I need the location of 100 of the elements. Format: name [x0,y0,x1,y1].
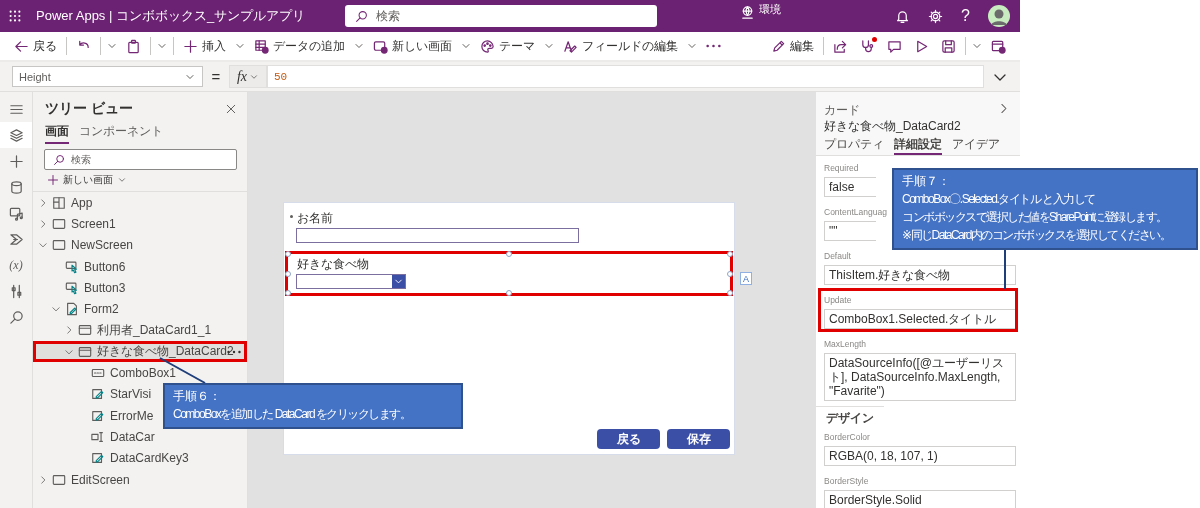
property-label: BorderColor [824,432,870,442]
settings-icon[interactable] [928,8,944,24]
tree-item[interactable]: 好きな食べ物_DataCard2 [33,341,247,363]
avatar[interactable] [988,5,1010,27]
tab[interactable]: プロパティ [824,137,884,155]
share-icon [833,38,848,54]
form-icon [65,302,79,317]
database-icon[interactable] [8,179,24,195]
tree-item[interactable]: Button6 [33,255,130,278]
property-label: ContentLanguag [824,207,887,217]
property-field[interactable]: false [824,177,876,197]
close-icon[interactable] [225,103,237,115]
screen-icon [52,238,66,253]
tree-item[interactable]: NewScreen [33,234,138,256]
toolbar-button[interactable]: テーマ [474,34,541,58]
panel-title: 好きな食べ物_DataCard2 [824,119,962,134]
comment-icon [887,38,902,54]
label-badge[interactable]: A [740,272,752,285]
data-card[interactable]: 好きな食べ物 [285,251,733,296]
combobox-icon [91,366,105,380]
plus-icon [47,174,59,186]
field-label: 好きな食べ物 [297,256,369,273]
back-arrow-icon [14,38,29,54]
tab[interactable]: コンポーネント [79,123,163,144]
app-button[interactable]: 保存 [667,429,730,449]
toolbar-button[interactable]: 挿入 [177,34,232,58]
toolbar-button[interactable]: データの追加 [248,34,351,58]
tree-item[interactable]: Button3 [33,277,130,299]
app-icon [52,195,66,210]
property-field[interactable]: BorderStyle.Solid [824,490,1016,508]
card-icon [78,344,92,359]
property-field[interactable]: ComboBox1.Selected.タイトル [824,309,1016,329]
bell-icon[interactable] [895,8,911,24]
save-icon [941,38,956,54]
panel-title: ツリー ビュー [45,100,133,118]
edit-icon [91,387,105,402]
waffle-icon[interactable] [8,9,22,23]
button-icon [65,259,79,274]
pencil-icon [771,38,786,54]
tree-item[interactable]: 利用者_DataCard1_1 [33,319,216,342]
media-icon[interactable] [8,205,24,221]
search-icon [355,9,368,23]
tree-item[interactable]: ComboBox1 [33,362,181,384]
button-icon [65,280,79,295]
search-icon[interactable] [8,309,24,325]
screen-icon [52,216,66,231]
tree-item[interactable]: App [33,192,97,214]
property-label: MaxLength [824,339,867,349]
property-label: BorderStyle [824,476,869,486]
callout-title: 手順７： [902,174,950,189]
help-button[interactable]: ? [961,7,970,25]
edit-icon [91,408,105,423]
toolbar-button[interactable]: 編集 [765,34,820,58]
tree-item[interactable]: StarVisi [33,383,156,405]
text-input[interactable] [296,228,579,243]
search-field[interactable]: 検索 [44,149,237,170]
search-field[interactable]: 検索 [345,5,657,27]
edit-icon [91,451,105,466]
combo-box[interactable] [296,274,406,289]
tree-item[interactable]: Screen1 [33,213,120,235]
search-icon [53,153,65,166]
play-icon [914,38,929,54]
new-screen-button[interactable]: 新しい画面 [47,172,127,188]
publish-icon [991,38,1006,54]
tab[interactable]: 詳細設定 [894,137,942,155]
flow-icon[interactable] [8,231,24,247]
tree-item[interactable]: Form2 [33,298,123,320]
tab[interactable]: 画面 [45,123,69,144]
plus-icon [183,38,198,54]
formula-field[interactable]: 50 [267,65,984,88]
callout-text: コンボボックスで選択した値をSharePointに登録します。 [902,210,1167,225]
leader-line [1004,247,1006,290]
caret-icon [117,175,127,185]
property-field[interactable]: DataSourceInfo([@ユーザーリスト], DataSourceInfo.MaxLength, "Favarite") [824,353,1016,401]
screen-icon [52,472,66,487]
tree-item[interactable]: DataCar [33,426,159,448]
property-field[interactable]: "" [824,221,876,241]
property-field[interactable]: ThisItem.好きな食べ物 [824,265,1016,285]
fx-button[interactable]: fx [229,65,267,88]
toolbar-button[interactable]: フィールドの編集 [557,34,684,58]
toolbar-button[interactable]: 戻る [8,34,63,58]
screen-icon [373,38,388,54]
property-label: Update [824,295,852,305]
property-dropdown[interactable]: Height [12,66,203,87]
palette-icon [480,38,495,54]
field-label: お名前 [297,210,333,227]
toolbar-button[interactable]: 新しい画面 [367,34,458,58]
card-icon [78,323,92,338]
callout-text: ComboBox〇.Selected.タイトル と入力して [902,192,1095,207]
property-field[interactable]: RGBA(0, 18, 107, 1) [824,446,1016,466]
tree-item[interactable]: EditScreen [33,468,134,491]
app-button[interactable]: 戻る [597,429,660,449]
layers-icon[interactable] [8,127,24,143]
tab[interactable]: アイデア [952,137,1000,155]
tree-item[interactable]: DataCardKey3 [33,447,193,469]
globe-icon[interactable] [740,5,755,20]
callout-text: ※同じDataCard内のコンボボックスを選択してください。 [902,228,1171,243]
rail-button[interactable]: (x) [9,257,23,273]
plus-icon[interactable] [8,153,24,169]
tree-item[interactable]: ErrorMe [33,404,158,427]
